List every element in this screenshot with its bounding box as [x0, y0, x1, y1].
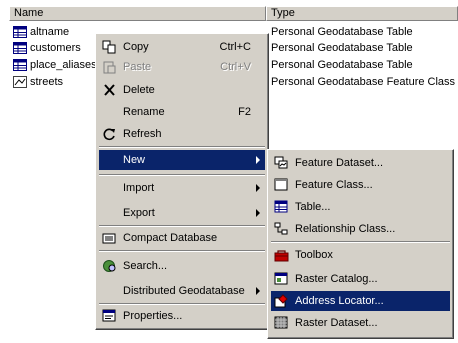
submenu-item-address-locator[interactable]: Address Locator...	[271, 291, 450, 311]
menu-item-label: Relationship Class...	[295, 223, 396, 235]
menu-item-shortcut: F2	[238, 106, 251, 118]
search-icon	[103, 260, 116, 272]
menu-item-export[interactable]: Export	[99, 203, 265, 223]
item-name: place_aliases	[30, 59, 97, 71]
menu-item-label: Feature Class...	[295, 179, 373, 191]
menu-item-label: New	[123, 154, 146, 166]
list-item-streets[interactable]: streets	[13, 74, 73, 90]
menu-item-label: Compact Database	[123, 232, 218, 244]
menu-item-delete[interactable]: Delete	[99, 80, 265, 100]
submenu-item-toolbox[interactable]: Toolbox	[271, 245, 450, 265]
menu-item-label: Distributed Geodatabase	[123, 285, 245, 297]
menu-separator	[99, 303, 265, 305]
table-icon	[13, 26, 27, 38]
feature-dataset-icon	[274, 156, 288, 169]
raster-dataset-icon	[274, 316, 288, 329]
paste-icon	[103, 61, 116, 74]
list-item-customers[interactable]: customers	[13, 40, 93, 56]
item-type: Personal Geodatabase Table	[271, 42, 413, 54]
menu-item-paste: Paste Ctrl+V	[99, 57, 265, 77]
menu-item-search[interactable]: Search...	[99, 256, 265, 276]
menu-separator	[99, 225, 265, 227]
table-icon	[274, 200, 288, 213]
new-submenu: Feature Dataset... Feature Class... Tabl…	[267, 149, 454, 339]
table-icon	[13, 42, 27, 54]
menu-item-label: Table...	[295, 201, 331, 213]
menu-item-import[interactable]: Import	[99, 178, 265, 198]
menu-item-label: Rename	[123, 106, 165, 118]
menu-item-rename[interactable]: Rename F2	[99, 102, 265, 122]
menu-item-label: Refresh	[123, 128, 162, 140]
item-type: Personal Geodatabase Table	[271, 59, 413, 71]
item-type: Personal Geodatabase Feature Class	[271, 76, 456, 88]
menu-item-shortcut: Ctrl+V	[220, 61, 251, 73]
submenu-arrow-icon	[256, 287, 260, 295]
submenu-item-feature-dataset[interactable]: Feature Dataset...	[271, 153, 450, 173]
menu-item-compact-database[interactable]: Compact Database	[99, 228, 265, 248]
menu-item-distributed-geodatabase[interactable]: Distributed Geodatabase	[99, 281, 265, 301]
column-header-type-label: Type	[271, 7, 295, 19]
toolbox-icon	[274, 250, 289, 262]
item-name: altname	[30, 26, 70, 38]
menu-item-label: Properties...	[123, 310, 183, 322]
submenu-item-relationship-class[interactable]: Relationship Class...	[271, 219, 450, 239]
list-item-place-aliases[interactable]: place_aliases	[13, 57, 97, 73]
menu-item-copy[interactable]: Copy Ctrl+C	[99, 37, 265, 57]
copy-icon	[102, 40, 116, 54]
menu-item-refresh[interactable]: Refresh	[99, 124, 265, 144]
table-icon	[13, 59, 27, 71]
submenu-item-table[interactable]: Table...	[271, 197, 450, 217]
submenu-item-raster-catalog[interactable]: Raster Catalog...	[271, 269, 450, 289]
item-type: Personal Geodatabase Table	[271, 26, 413, 38]
menu-item-shortcut: Ctrl+C	[219, 41, 251, 53]
menu-item-label: Raster Catalog...	[295, 273, 378, 285]
relationship-class-icon	[274, 222, 288, 235]
menu-item-properties[interactable]: Properties...	[99, 306, 265, 326]
submenu-arrow-icon	[256, 209, 260, 217]
refresh-icon	[103, 128, 115, 141]
column-header-name[interactable]: Name	[9, 6, 266, 21]
raster-catalog-icon	[274, 272, 288, 285]
submenu-item-feature-class[interactable]: Feature Class...	[271, 175, 450, 195]
menu-item-label: Copy	[123, 41, 149, 53]
feature-class-icon	[274, 178, 288, 191]
menu-separator	[99, 250, 265, 252]
menu-item-label: Paste	[123, 61, 152, 73]
delete-x-icon	[104, 84, 115, 96]
feature-class-icon	[13, 76, 27, 88]
list-item-altname[interactable]: altname	[13, 24, 93, 40]
item-name: customers	[30, 42, 81, 54]
menu-item-label: Toolbox	[295, 249, 333, 261]
menu-separator	[99, 174, 265, 176]
menu-item-label: Feature Dataset...	[295, 157, 384, 169]
menu-separator	[271, 241, 450, 243]
menu-item-new[interactable]: New	[99, 150, 265, 170]
menu-separator	[99, 146, 265, 148]
column-header-name-label: Name	[14, 7, 44, 19]
properties-icon	[102, 309, 116, 322]
submenu-arrow-icon	[256, 156, 260, 164]
menu-item-label: Import	[123, 182, 155, 194]
context-menu: Copy Ctrl+C Paste Ctrl+V Delete Rename F…	[95, 33, 269, 330]
submenu-arrow-icon	[256, 184, 260, 192]
address-locator-icon	[274, 294, 288, 308]
menu-item-label: Address Locator...	[295, 295, 384, 307]
submenu-item-raster-dataset[interactable]: Raster Dataset...	[271, 313, 450, 333]
item-name: streets	[30, 76, 64, 88]
column-header-type[interactable]: Type	[266, 6, 458, 21]
menu-item-label: Export	[123, 207, 155, 219]
menu-item-label: Delete	[123, 84, 155, 96]
menu-item-label: Search...	[123, 260, 168, 272]
menu-item-label: Raster Dataset...	[295, 317, 378, 329]
compact-database-icon	[102, 233, 116, 244]
